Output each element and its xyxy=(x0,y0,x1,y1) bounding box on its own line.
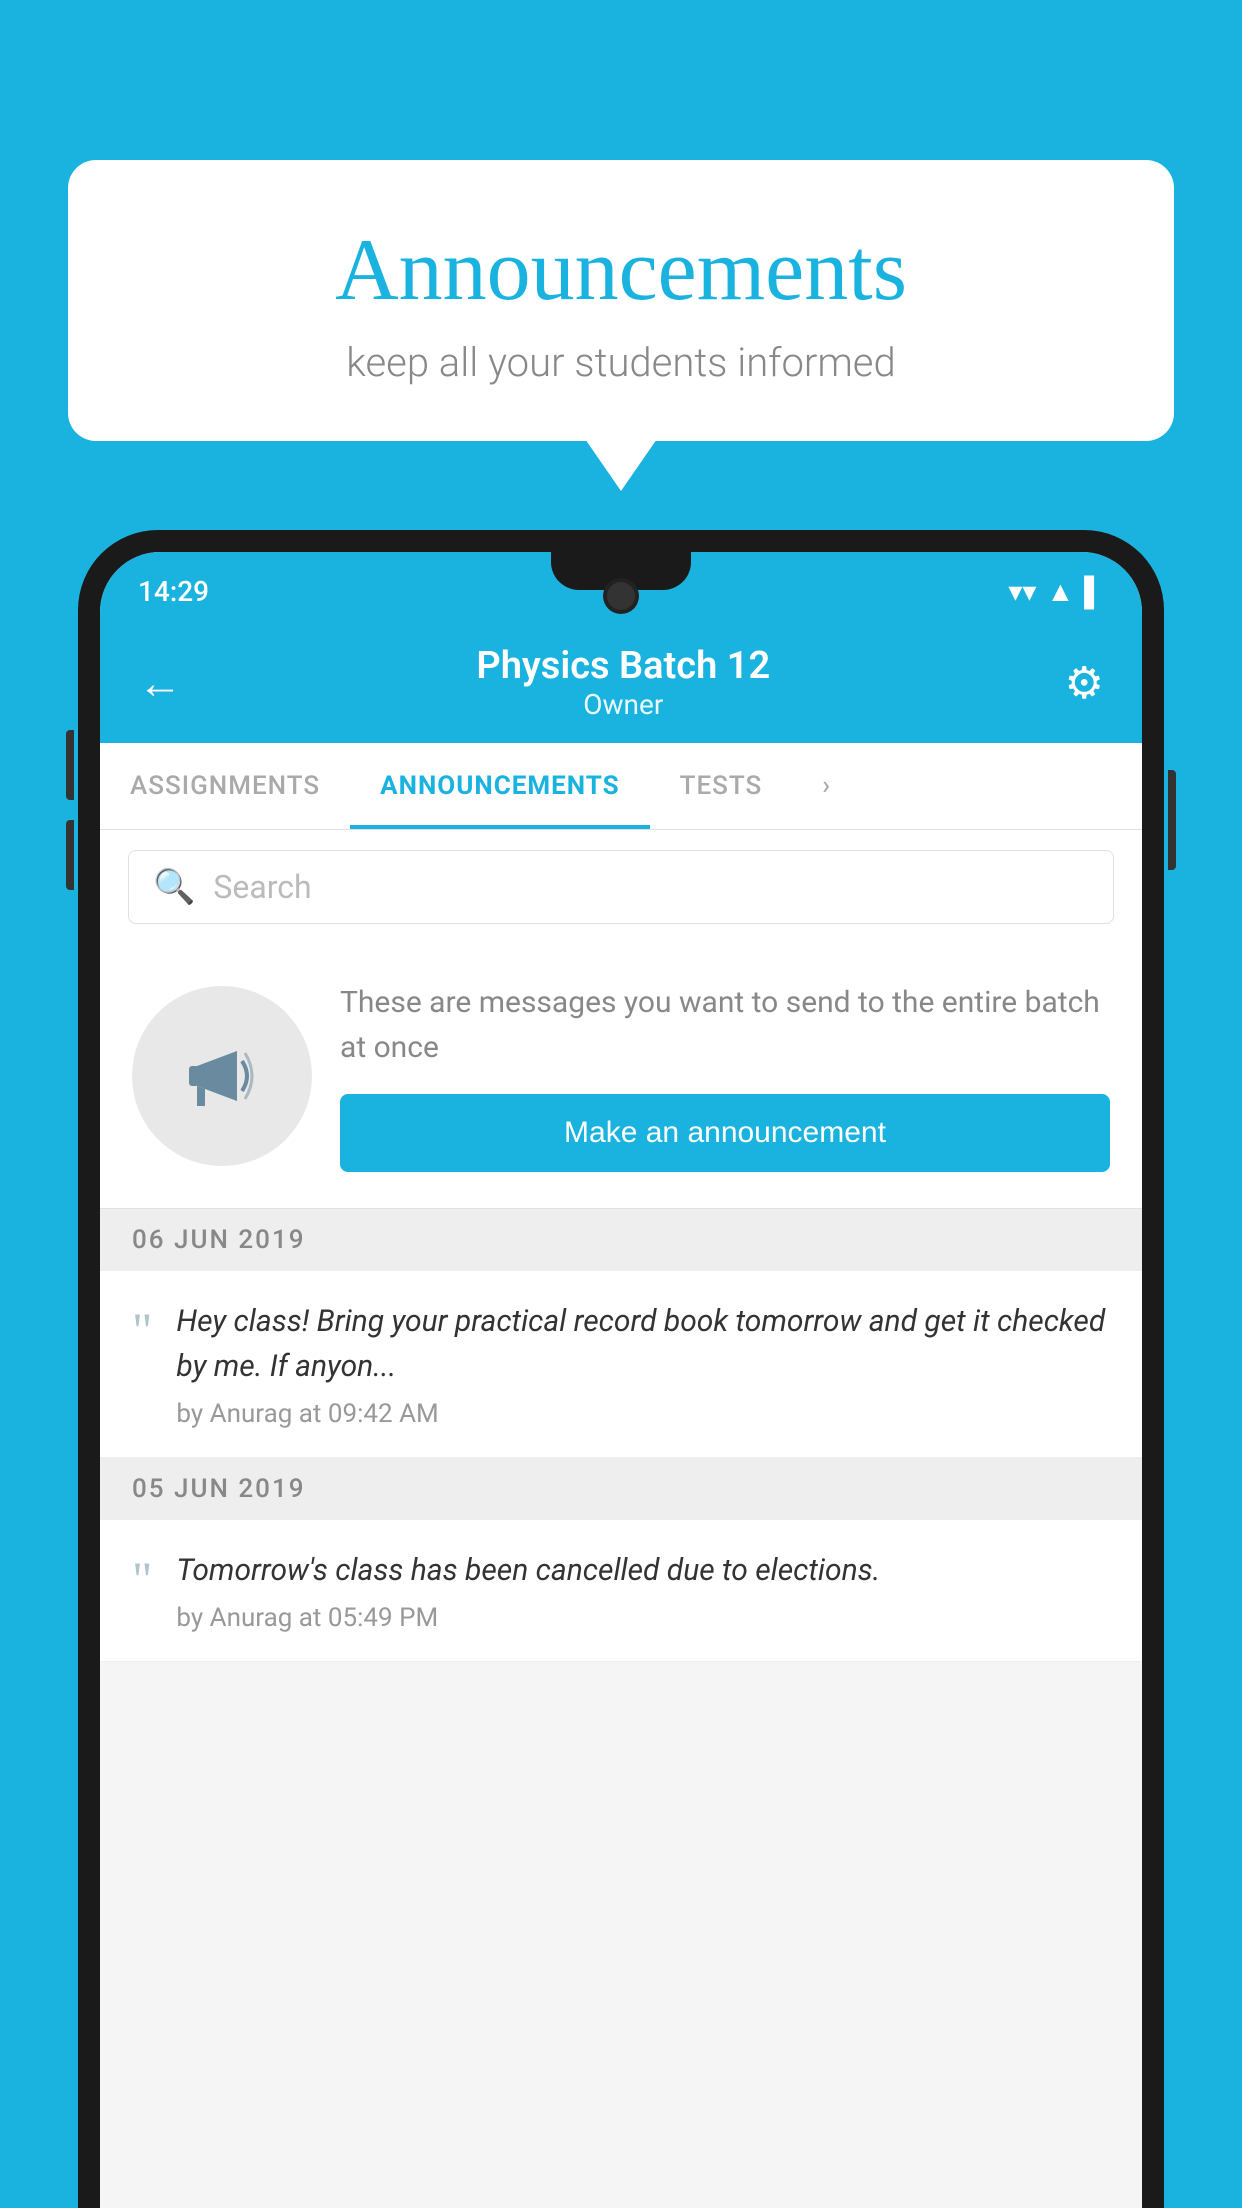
power-button[interactable] xyxy=(1168,770,1176,870)
phone-camera xyxy=(607,582,635,610)
date-separator-1: 06 JUN 2019 xyxy=(100,1209,1142,1271)
speech-bubble-section: Announcements keep all your students inf… xyxy=(68,160,1174,441)
header-subtitle: Owner xyxy=(476,688,770,721)
header-center: Physics Batch 12 Owner xyxy=(476,644,770,721)
tab-assignments[interactable]: ASSIGNMENTS xyxy=(100,743,350,829)
search-placeholder: Search xyxy=(213,868,311,906)
announcement-message-1: Hey class! Bring your practical record b… xyxy=(176,1299,1110,1389)
signal-icon: ▲ xyxy=(1046,575,1074,608)
tab-tests[interactable]: TESTS xyxy=(650,743,793,829)
settings-button[interactable]: ⚙ xyxy=(1065,657,1104,709)
quote-icon-1: " xyxy=(132,1305,152,1355)
announcement-right: These are messages you want to send to t… xyxy=(340,980,1110,1172)
status-time: 14:29 xyxy=(138,575,209,608)
header-title: Physics Batch 12 xyxy=(476,644,770,688)
bubble-title: Announcements xyxy=(128,220,1114,321)
announcement-by-2: by Anurag at 05:49 PM xyxy=(176,1603,1110,1633)
tab-announcements[interactable]: ANNOUNCEMENTS xyxy=(350,743,649,829)
phone-notch xyxy=(551,552,691,590)
announcement-item-2[interactable]: " Tomorrow's class has been cancelled du… xyxy=(100,1520,1142,1662)
app-header: ← Physics Batch 12 Owner ⚙ xyxy=(100,624,1142,743)
tab-more[interactable]: › xyxy=(792,743,861,829)
search-container: 🔍 Search xyxy=(100,830,1142,944)
volume-button-up[interactable] xyxy=(66,730,74,800)
battery-icon: ▌ xyxy=(1084,575,1104,608)
megaphone-circle xyxy=(132,986,312,1166)
phone-screen: 14:29 ▾▾ ▲ ▌ ← Physics Batch 12 Owner ⚙ … xyxy=(100,552,1142,2208)
wifi-icon: ▾▾ xyxy=(1008,575,1036,608)
quote-icon-2: " xyxy=(132,1554,152,1604)
announcement-item-1[interactable]: " Hey class! Bring your practical record… xyxy=(100,1271,1142,1458)
announcement-description: These are messages you want to send to t… xyxy=(340,980,1110,1070)
announcement-message-2: Tomorrow's class has been cancelled due … xyxy=(176,1548,1110,1593)
status-icons: ▾▾ ▲ ▌ xyxy=(1008,575,1104,608)
make-announcement-button[interactable]: Make an announcement xyxy=(340,1094,1110,1172)
volume-button-down[interactable] xyxy=(66,820,74,890)
announcement-by-1: by Anurag at 09:42 AM xyxy=(176,1399,1110,1429)
bubble-subtitle: keep all your students informed xyxy=(128,339,1114,386)
search-icon: 🔍 xyxy=(153,867,195,907)
tabs-bar: ASSIGNMENTS ANNOUNCEMENTS TESTS › xyxy=(100,743,1142,830)
phone-mockup: 14:29 ▾▾ ▲ ▌ ← Physics Batch 12 Owner ⚙ … xyxy=(78,530,1164,2208)
megaphone-icon xyxy=(177,1031,267,1121)
announcement-text-block-2: Tomorrow's class has been cancelled due … xyxy=(176,1548,1110,1633)
speech-bubble: Announcements keep all your students inf… xyxy=(68,160,1174,441)
phone-outer: 14:29 ▾▾ ▲ ▌ ← Physics Batch 12 Owner ⚙ … xyxy=(78,530,1164,2208)
announcement-prompt: These are messages you want to send to t… xyxy=(100,944,1142,1209)
back-button[interactable]: ← xyxy=(138,661,182,705)
announcement-text-block-1: Hey class! Bring your practical record b… xyxy=(176,1299,1110,1429)
search-bar[interactable]: 🔍 Search xyxy=(128,850,1114,924)
date-separator-2: 05 JUN 2019 xyxy=(100,1458,1142,1520)
